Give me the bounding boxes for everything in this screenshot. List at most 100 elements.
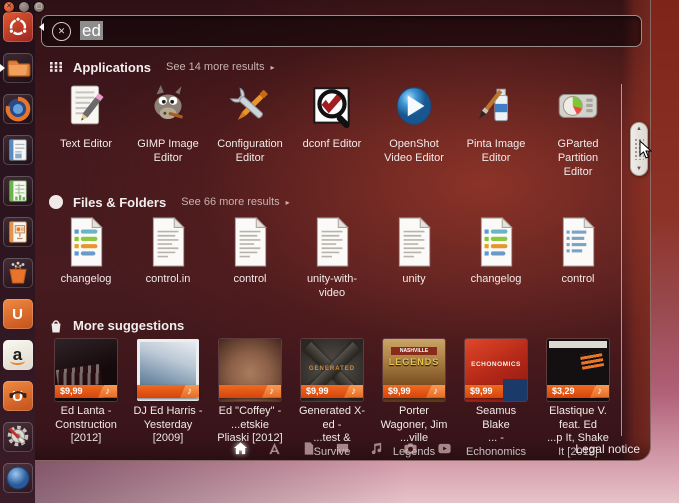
app-result-configuration-editor[interactable]: Configuration Editor (209, 80, 291, 179)
maximize-button[interactable]: ▢ (34, 2, 44, 12)
file-result-changelog[interactable]: changelog (45, 215, 127, 301)
scroll-down-icon[interactable]: ▼ (636, 166, 642, 172)
music-lens-button[interactable] (369, 441, 384, 456)
app-result-gimp[interactable]: GIMP Image Editor (127, 80, 209, 179)
app-result-label: Text Editor (60, 138, 112, 150)
close-button[interactable]: ✕ (4, 2, 14, 12)
blue-globe-icon (6, 466, 29, 490)
social-lens-button[interactable] (335, 441, 350, 456)
file-result-unity[interactable]: unity (373, 215, 455, 301)
applications-section-title: Applications (73, 59, 152, 75)
headphones-icon (9, 391, 26, 398)
changelog-file-icon (45, 215, 127, 269)
price-banner: $9,99 ♪ (383, 384, 445, 398)
file-result-control[interactable]: control (209, 215, 291, 301)
app-result-text-editor[interactable]: Text Editor (45, 80, 127, 179)
file-result-unity-with-video[interactable]: unity-with-video (291, 215, 373, 301)
launcher-item-dash-home[interactable] (2, 12, 33, 42)
applications-lens-icon (48, 59, 64, 75)
launcher-item-system-settings[interactable] (2, 422, 33, 452)
applications-lens-button[interactable] (267, 441, 282, 456)
crossed-tools-icon (209, 80, 291, 134)
file-result-label: control (561, 273, 595, 286)
photos-lens-button[interactable] (403, 441, 418, 456)
file-result-control-in[interactable]: control.in (127, 215, 209, 301)
album-cover: $3,29 ♪ (547, 338, 609, 401)
legal-notice-link[interactable]: Legal notice (575, 442, 640, 456)
price-banner: $9,99 ♪ (55, 384, 117, 398)
clear-search-icon[interactable]: ✕ (52, 21, 71, 41)
price-banner: $3,29 ♪ (547, 384, 609, 398)
file-result-label: control (233, 273, 267, 286)
cover-text: GENERATED (308, 365, 356, 372)
price-label: $9,99 (55, 384, 103, 398)
text-file-icon (291, 215, 373, 269)
cover-text: NASHVILLE (391, 346, 437, 355)
launcher-item-software-center[interactable] (2, 258, 33, 288)
files-lens-button[interactable] (301, 441, 316, 456)
home-lens-button[interactable] (233, 441, 248, 456)
window-controls: ✕ ▢ (4, 2, 44, 12)
chevron-right-icon: ▸ (270, 63, 275, 72)
shopping-bag-lens-icon (48, 318, 64, 334)
suggestions-section-header: More suggestions (35, 313, 622, 339)
selected-text: ed (80, 21, 103, 40)
search-bar[interactable]: ✕ ed (41, 15, 642, 47)
launcher-item-amazon[interactable]: a (2, 340, 33, 370)
applications-see-more[interactable]: See 14 more results ▸ (166, 61, 274, 73)
file-result-changelog-2[interactable]: changelog (455, 215, 537, 301)
file-result-label: unity-with-video (306, 273, 358, 299)
scroll-up-icon[interactable]: ▲ (636, 126, 642, 132)
launcher-item-libreoffice-impress[interactable] (2, 217, 33, 247)
files-section-title: Files & Folders (73, 194, 167, 210)
running-app-arrow-icon (0, 64, 9, 72)
album-cover: GENERATED $9,99 ♪ (301, 338, 363, 401)
files-see-more[interactable]: See 66 more results ▸ (181, 196, 289, 208)
unity-launcher: U a U (0, 0, 35, 503)
file-result-control-2[interactable]: control (537, 215, 619, 301)
openshot-play-icon (373, 80, 455, 134)
files-section-header: Files & Folders See 66 more results ▸ (35, 189, 622, 215)
app-result-label: GParted Partition Editor (557, 138, 599, 178)
ubuntu-logo-icon (8, 16, 27, 36)
price-label: $9,99 (465, 384, 513, 398)
text-file-icon (373, 215, 455, 269)
launcher-item-firefox[interactable] (2, 94, 33, 124)
gear-icon (7, 425, 28, 447)
price-label: $9,99 (383, 384, 431, 398)
price-label (219, 384, 267, 398)
app-result-pinta[interactable]: Pinta Image Editor (455, 80, 537, 179)
search-input[interactable]: ed (80, 21, 103, 41)
dconf-icon (291, 80, 373, 134)
price-label: $9,99 (301, 384, 349, 398)
file-result-label: changelog (60, 273, 112, 286)
calc-icon (8, 180, 27, 202)
album-cover: ECHONOMICS $9,99 ♪ (465, 338, 527, 401)
text-editor-icon (45, 80, 127, 134)
file-result-label: changelog (470, 273, 522, 286)
impress-icon (8, 221, 27, 243)
mouse-cursor (638, 139, 654, 165)
album-cover: $9,99 ♪ (55, 338, 117, 401)
app-result-label: dconf Editor (302, 138, 362, 150)
videos-lens-button[interactable] (437, 441, 452, 456)
launcher-item-ubuntu-one-music[interactable]: U (2, 381, 33, 411)
file-result-label: control.in (145, 273, 191, 286)
price-banner: ♪ (137, 384, 199, 398)
applications-section-header: Applications See 14 more results ▸ (35, 54, 622, 80)
text-file-icon (127, 215, 209, 269)
launcher-item-ubuntu-one[interactable]: U (2, 299, 33, 329)
app-result-label: GIMP Image Editor (137, 138, 199, 164)
minimize-button[interactable] (19, 2, 29, 12)
app-result-openshot[interactable]: OpenShot Video Editor (373, 80, 455, 179)
launcher-item-libreoffice-writer[interactable] (2, 135, 33, 165)
app-result-dconf-editor[interactable]: dconf Editor (291, 80, 373, 179)
ubuntu-one-icon: U (12, 305, 23, 323)
launcher-item-libreoffice-calc[interactable] (2, 176, 33, 206)
firefox-icon (5, 96, 30, 122)
launcher-item-blue-globe[interactable] (2, 463, 33, 493)
app-result-gparted[interactable]: GParted Partition Editor (537, 80, 619, 179)
album-cover: NASHVILLE LEGENDS $9,99 ♪ (383, 338, 445, 401)
cover-text: ECHONOMICS (471, 360, 521, 368)
music-note-icon: ♪ (508, 384, 527, 398)
